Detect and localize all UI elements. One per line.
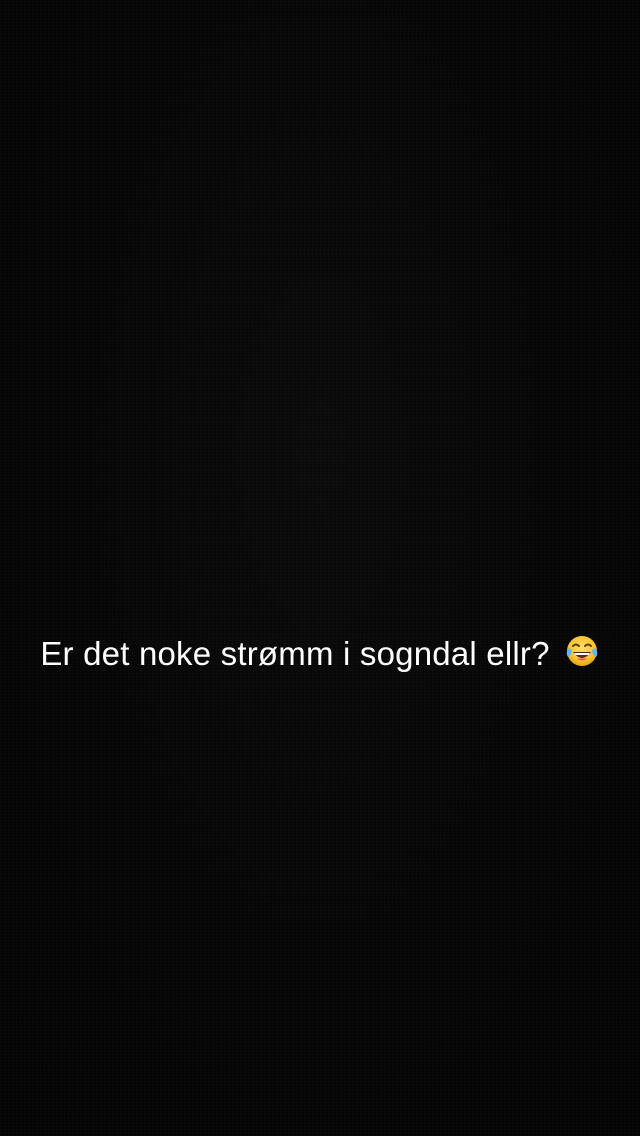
caption-bar[interactable]: Er det noke strømm i sogndal ellr? [0, 622, 640, 686]
photo-noise [0, 0, 640, 1136]
snap-canvas[interactable]: Er det noke strømm i sogndal ellr? [0, 0, 640, 1136]
caption-text: Er det noke strømm i sogndal ellr? [40, 635, 550, 672]
face-with-tears-of-joy-icon [564, 633, 600, 669]
